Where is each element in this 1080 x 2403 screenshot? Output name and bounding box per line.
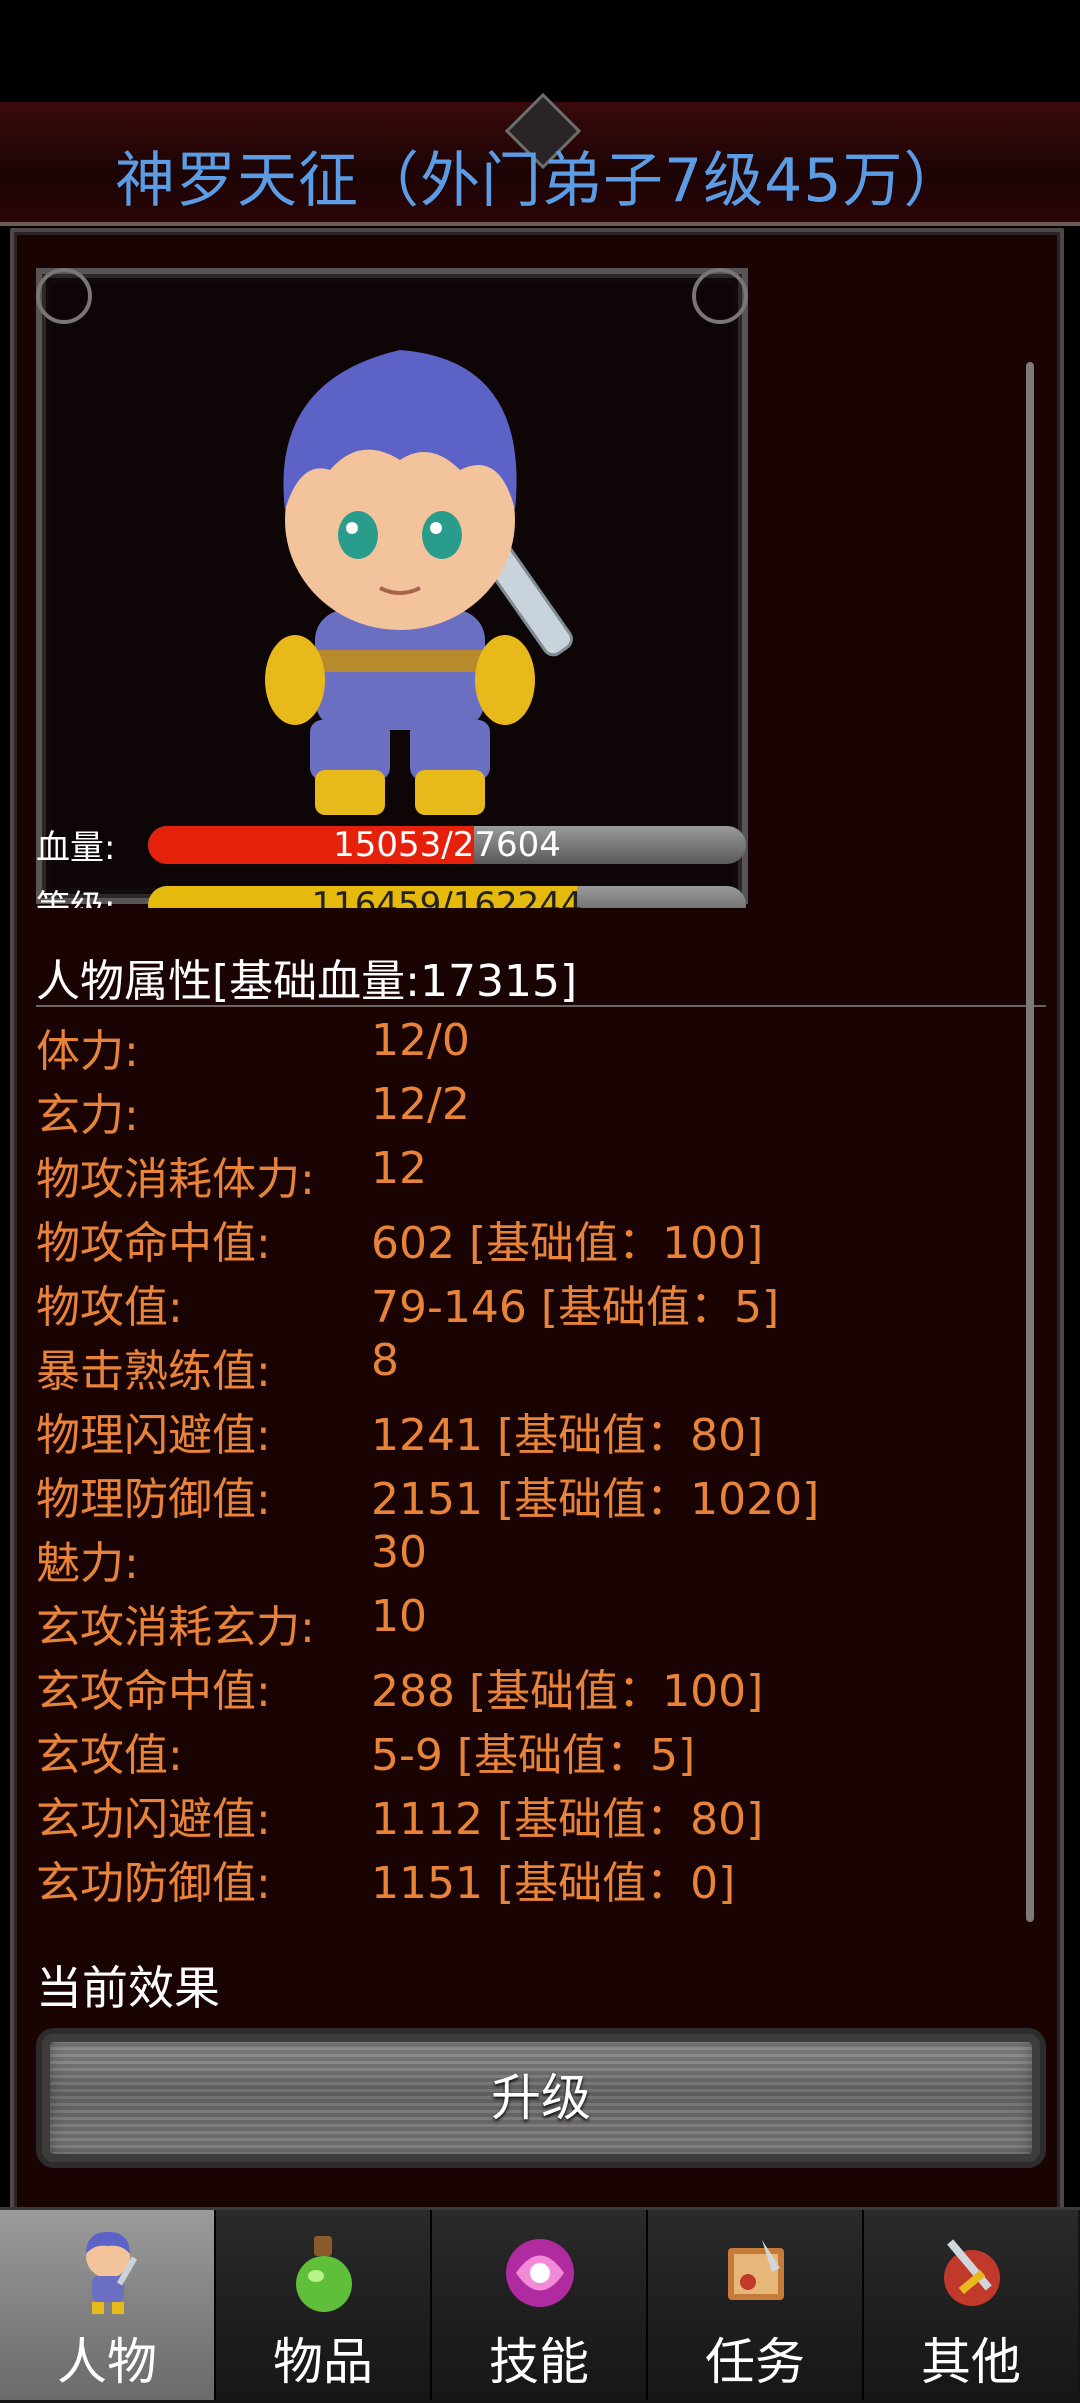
attribute-label: 玄力: — [36, 1090, 139, 1141]
attribute-label: 物攻消耗体力: — [36, 1154, 315, 1205]
hp-label: 血量: — [36, 828, 116, 868]
attribute-value: 5-9 [基础值：5] — [371, 1730, 696, 1781]
character-portrait — [265, 350, 573, 815]
quest-scroll-icon — [728, 2240, 784, 2300]
attribute-label: 玄攻消耗玄力: — [36, 1602, 315, 1653]
exp-value: 116459/162244 — [311, 886, 583, 908]
attribute-label: 魅力: — [36, 1538, 139, 1589]
attribute-value: 30 — [371, 1527, 427, 1578]
status-bar — [0, 0, 1080, 102]
exp-row-clip: 等级: 116459/162244 — [36, 872, 748, 908]
attribute-label: 暴击熟练值: — [36, 1346, 271, 1397]
attribute-value: 1112 [基础值：80] — [371, 1794, 764, 1845]
current-effects-heading: 当前效果 — [36, 1961, 220, 2015]
sword-emblem-icon — [944, 2239, 1000, 2306]
attribute-label: 物理闪避值: — [36, 1410, 271, 1461]
attribute-label: 玄功防御值: — [36, 1858, 271, 1909]
attribute-value: 2151 [基础值：1020] — [371, 1474, 820, 1525]
attribute-value: 602 [基础值：100] — [371, 1218, 764, 1269]
attribute-value: 8 — [371, 1335, 399, 1386]
attribute-label: 物攻值: — [36, 1282, 183, 1333]
bottom-tab-bar: 人物 物品 技能 任务 其他 — [0, 2207, 1080, 2403]
attribute-value: 12/0 — [371, 1015, 470, 1066]
exp-label: 等级: — [36, 888, 116, 908]
attributes-heading: 人物属性[基础血量:17315] — [36, 956, 578, 1007]
tab-other[interactable]: 其他 — [864, 2210, 1078, 2400]
attribute-value: 1151 [基础值：0] — [371, 1858, 736, 1909]
character-icon — [86, 2232, 138, 2314]
exp-row: 等级: 116459/162244 — [36, 880, 748, 908]
skill-orb-icon — [506, 2239, 574, 2307]
attribute-value: 288 [基础值：100] — [371, 1666, 764, 1717]
divider — [36, 1005, 1046, 1007]
exp-bar: 116459/162244 — [148, 886, 746, 908]
tab-label: 技能 — [489, 2333, 589, 2391]
potion-icon — [296, 2236, 352, 2312]
attribute-value: 79-146 [基础值：5] — [371, 1282, 780, 1333]
scrollbar[interactable] — [1026, 362, 1034, 1922]
attribute-value: 1241 [基础值：80] — [371, 1410, 764, 1461]
attribute-label: 玄攻命中值: — [36, 1666, 271, 1717]
hp-value: 15053/27604 — [333, 826, 561, 864]
tab-label: 任务 — [705, 2333, 805, 2391]
attribute-value: 10 — [371, 1591, 427, 1642]
upgrade-button-label: 升级 — [491, 2069, 591, 2127]
attribute-value: 12/2 — [371, 1079, 470, 1130]
attribute-label: 物理防御值: — [36, 1474, 271, 1525]
attribute-label: 物攻命中值: — [36, 1218, 271, 1269]
frame-corner-ornament — [692, 268, 748, 324]
tab-items[interactable]: 物品 — [216, 2210, 432, 2400]
tab-character[interactable]: 人物 — [0, 2210, 216, 2400]
attribute-label: 玄功闪避值: — [36, 1794, 271, 1845]
tab-skills[interactable]: 技能 — [432, 2210, 648, 2400]
tab-label: 其他 — [921, 2333, 1021, 2391]
attribute-label: 玄攻值: — [36, 1730, 183, 1781]
attribute-label: 体力: — [36, 1026, 139, 1077]
upgrade-button[interactable]: 升级 — [36, 2028, 1046, 2168]
tab-label: 物品 — [273, 2333, 373, 2391]
frame-corner-ornament — [36, 268, 92, 324]
header: 神罗天征（外门弟子7级45万） — [0, 92, 1080, 226]
hp-row: 血量: 15053/27604 — [36, 820, 748, 868]
attribute-value: 12 — [371, 1143, 427, 1194]
tab-label: 人物 — [57, 2333, 157, 2391]
page-title: 神罗天征（外门弟子7级45万） — [115, 146, 965, 216]
tab-quests[interactable]: 任务 — [648, 2210, 864, 2400]
hp-bar: 15053/27604 — [148, 826, 746, 864]
